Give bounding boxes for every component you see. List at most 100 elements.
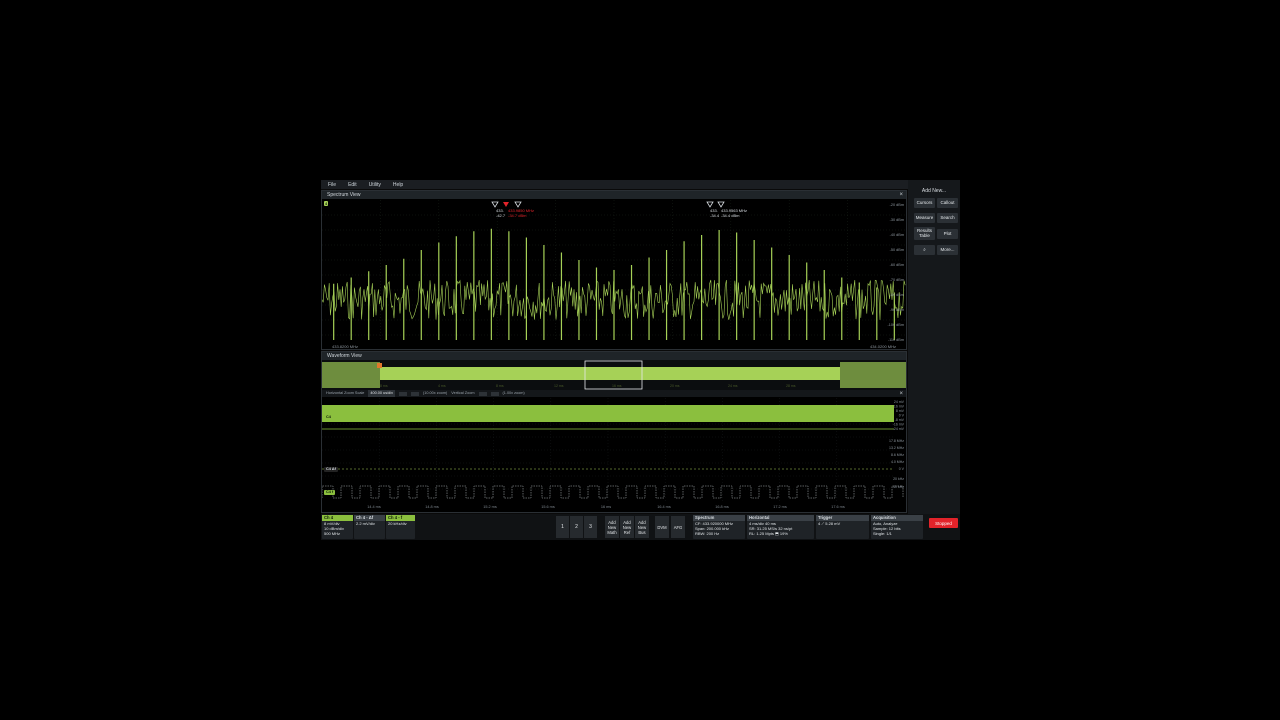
time-tick-label: 14.4 ms: [367, 505, 381, 509]
overview-tick: 8 ms: [380, 384, 388, 388]
zoom-icon: ⌕: [923, 246, 926, 252]
measure-button[interactable]: Measure: [914, 213, 935, 223]
waveform-scale-label: 20 kHz: [893, 477, 904, 481]
time-tick-label: 16 ms: [601, 505, 611, 509]
ch4-af-badge-line: 2.2 mV/div: [356, 521, 375, 526]
menu-edit[interactable]: Edit: [343, 182, 362, 188]
menu-bar: File Edit Utility Help: [321, 180, 909, 189]
waveform-scale-label: 40 kHz: [893, 485, 904, 489]
waveform-view[interactable]: Waveform View 8 ms 4 ms 8 ms 12 ms 16 ms 20 m…: [321, 351, 907, 513]
ch4-af-label[interactable]: C4 Δf: [324, 467, 338, 472]
nav-button-2[interactable]: 2: [570, 516, 583, 538]
trigger-badge[interactable]: Trigger 4 ⟋ 5.28 mV: [816, 515, 869, 539]
spectrum-plot[interactable]: 433. 433.9850 MHz -42.7 -34.7 dBm 433. 4…: [322, 200, 906, 350]
plot-button[interactable]: Plot: [937, 229, 958, 239]
time-tick-label: 17.2 ms: [773, 505, 787, 509]
zoom-in-button[interactable]: [411, 391, 420, 396]
zoom-toolbar: Horizontal Zoom Scale 400.00 us/div (10.…: [322, 390, 906, 397]
overview-tick: 20 ms: [670, 384, 680, 388]
cursor-a-level: -42.7: [496, 213, 506, 218]
ch4-ff-badge-line: 20 kHz/div: [388, 521, 407, 526]
overview-marker[interactable]: [377, 363, 382, 368]
menu-file[interactable]: File: [323, 182, 341, 188]
add-new-math-button[interactable]: Add New Math: [605, 516, 619, 538]
ch4-ff-badge[interactable]: Ch 4 - f 20 kHz/div: [386, 515, 415, 539]
trigger-badge-line: 4 ⟋ 5.28 mV: [818, 521, 841, 526]
spectrum-scale-label: -70 dBm: [890, 278, 904, 282]
afg-button[interactable]: AFG: [671, 516, 685, 538]
spectrum-badge[interactable]: Spectrum CF: 433.920000 MHz Span: 200.00…: [693, 515, 745, 539]
menu-help[interactable]: Help: [388, 182, 408, 188]
waveform-scale-label: 4.0 MHz: [891, 460, 904, 464]
time-tick-label: 17.6 ms: [831, 505, 845, 509]
more-button[interactable]: More...: [937, 245, 958, 255]
add-math-line: Math: [607, 529, 617, 535]
ch4-af-badge[interactable]: Ch 4 - Δf 2.2 mV/div: [354, 515, 385, 539]
time-tick-label: 14.8 ms: [425, 505, 439, 509]
cursor-b-level2: -34.4 dBm: [721, 213, 740, 218]
nav-button-3[interactable]: 3: [584, 516, 597, 538]
waveform-scale-label: 8.6 MHz: [891, 453, 904, 457]
overview-edge-right: [840, 362, 906, 388]
results-table-button[interactable]: Results Table: [914, 227, 935, 240]
waveform-scale-label: 24 mV: [894, 400, 905, 404]
zoom-close-icon[interactable]: ×: [899, 390, 903, 398]
spectrum-badge-line: RBW: 200 Hz: [695, 531, 720, 536]
spectrum-close-icon[interactable]: ×: [899, 191, 903, 199]
add-new-ref-button[interactable]: Add New Ref: [620, 516, 634, 538]
cursor-a2-marker[interactable]: [514, 201, 522, 208]
callout-button[interactable]: Callout: [937, 198, 958, 208]
time-tick-label: 16.4 ms: [657, 505, 671, 509]
time-tick-label: 15.2 ms: [483, 505, 497, 509]
waveform-plot[interactable]: 14.4 ms 14.8 ms 15.2 ms 15.6 ms 16 ms 16.4 ms…: [322, 398, 906, 510]
add-new-title: Add New...: [921, 188, 947, 194]
spectrum-scale-label: -60 dBm: [890, 263, 904, 267]
ch4-ff-label[interactable]: C4 f: [324, 490, 336, 495]
spectrum-scale-label: -90 dBm: [890, 308, 904, 312]
waveform-title-bar: Waveform View: [322, 352, 906, 360]
dvm-button[interactable]: DVM: [655, 516, 669, 538]
overview-tick: 12 ms: [554, 384, 564, 388]
overview-tick: 16 ms: [612, 384, 622, 388]
nav-button-1[interactable]: 1: [556, 516, 569, 538]
ch4-badge-line: 500 MHz: [324, 531, 341, 536]
spectrum-scale-label: -40 dBm: [890, 233, 904, 237]
waveform-scale-label: 0 V: [899, 414, 905, 418]
zoom-icon-button[interactable]: ⌕: [914, 245, 935, 255]
side-panel: Add New... Cursors Callout Measure Searc…: [908, 180, 960, 514]
search-button[interactable]: Search: [937, 213, 958, 223]
acquisition-badge[interactable]: Acquisition Auto, Analyze Sample: 12 bit…: [871, 515, 923, 539]
vzoom-in-button[interactable]: [490, 391, 499, 396]
spectrum-title: Spectrum View: [327, 192, 361, 198]
ch4-label[interactable]: C4: [324, 415, 333, 420]
waveform-overview[interactable]: 8 ms 4 ms 8 ms 12 ms 16 ms 20 ms 24 ms 28 ms: [322, 360, 906, 390]
add-ref-line: Ref: [623, 529, 631, 535]
spectrum-scale-label: -110 dBm: [888, 338, 904, 342]
horizontal-badge-line: RL: 1.25 Mpts ⬒ 19%: [749, 531, 788, 536]
settings-bar: Ch 4 8 mV/div 10 dBm/div 500 MHz Ch 4 - …: [321, 514, 960, 540]
ch4-badge[interactable]: Ch 4 8 mV/div 10 dBm/div 500 MHz: [322, 515, 353, 539]
add-new-bus-button[interactable]: Add New Bus: [635, 516, 649, 538]
menu-utility[interactable]: Utility: [364, 182, 386, 188]
spectrum-stop-freq: 434.0200 MHz: [870, 344, 896, 349]
spectrum-view[interactable]: Spectrum View × 4 433. 433.9850 MHz -42.…: [321, 190, 907, 350]
cursors-button[interactable]: Cursors: [914, 198, 935, 208]
waveform-title: Waveform View: [327, 353, 362, 359]
run-stop-button[interactable]: Stopped: [929, 518, 958, 528]
cursor-a-active-marker[interactable]: [503, 202, 509, 207]
cursor-b-marker[interactable]: [706, 201, 714, 208]
waveform-scale-label: 0 V: [899, 467, 905, 471]
vzoom-out-button[interactable]: [478, 391, 487, 396]
zoom-out-button[interactable]: [399, 391, 408, 396]
cursor-b-level: -34.4: [710, 213, 720, 218]
waveform-scale-label: -24 mV: [893, 427, 905, 431]
horizontal-badge[interactable]: Horizontal 4 ms/div 40 ms SR: 31.25 MS/s…: [747, 515, 814, 539]
spectrum-title-bar: Spectrum View ×: [322, 191, 906, 199]
horizontal-zoom-value[interactable]: 400.00 us/div: [368, 390, 396, 397]
spectrum-scale-label: -30 dBm: [890, 218, 904, 222]
acquisition-badge-line: Single: 1/1: [873, 531, 892, 536]
spectrum-start-freq: 433.8200 MHz: [332, 344, 358, 349]
cursor-a-delta-level: -34.7 dBm: [508, 213, 527, 218]
cursor-b2-marker[interactable]: [717, 201, 725, 208]
add-bus-line: Bus: [638, 529, 646, 535]
